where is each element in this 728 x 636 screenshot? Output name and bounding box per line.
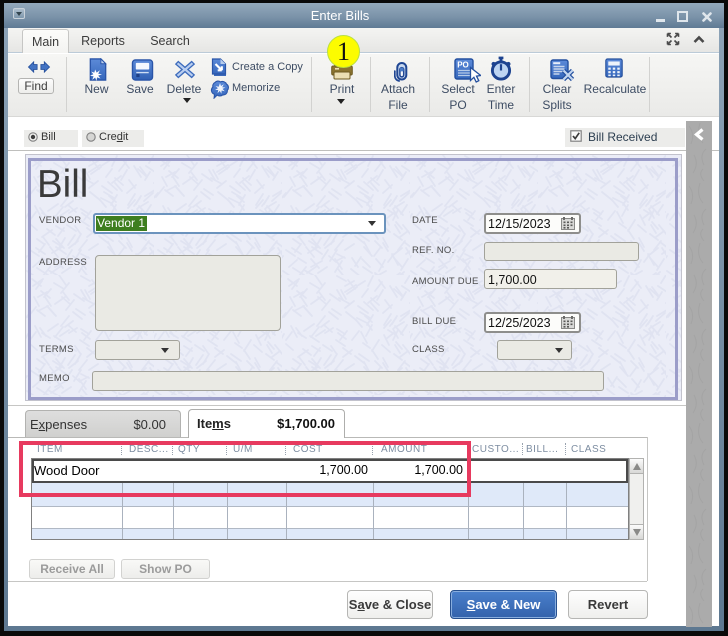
svg-text:PO: PO	[457, 61, 469, 70]
